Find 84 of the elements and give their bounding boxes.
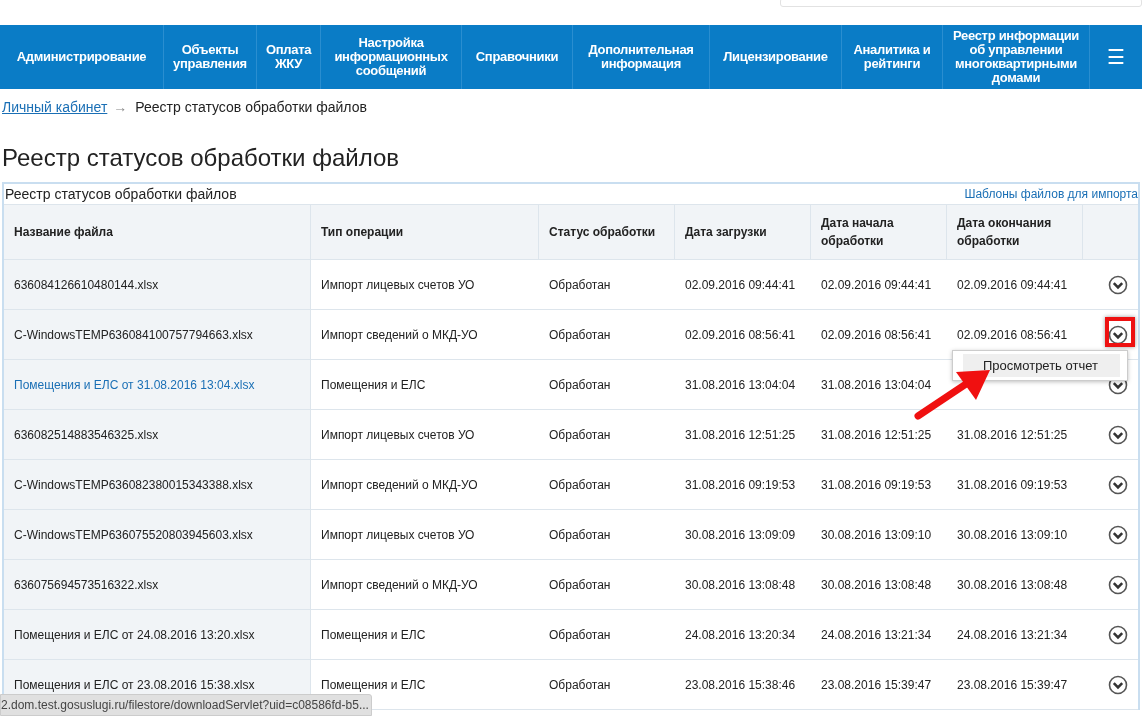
file-name: C-WindowsTEMP636082380015343388.xlsx (14, 477, 253, 492)
column-header[interactable]: Дата загрузки (675, 205, 811, 260)
page-title: Реестр статусов обработки файлов (1, 143, 401, 173)
table-cell: Импорт сведений о МКД-УО (311, 460, 539, 510)
menu-item[interactable]: Просмотреть отчет (963, 354, 1120, 377)
dropdown-toggle-icon[interactable] (1108, 274, 1128, 295)
file-name: 636084126610480144.xlsx (14, 277, 159, 292)
table-cell: 31.08.2016 13:04:04 (811, 360, 947, 410)
breadcrumb-arrow: → (113, 99, 128, 115)
table-cell: 31.08.2016 12:51:25 (675, 410, 811, 460)
table-cell: Обработан (539, 510, 675, 560)
table-row[interactable]: 636075694573516322.xlsx Импорт сведений о МКД-УО Обработан 30.08.2016 13:08:48 30.08.2016 13:08:48 30.08.2016 13:08:48 (4, 560, 1138, 610)
dropdown-toggle-icon[interactable] (1108, 674, 1128, 695)
nav-item[interactable]: Настройка информационных сообщений (321, 25, 462, 89)
nav-item[interactable]: Реестр информации об управлении многоквартирными домами (943, 25, 1090, 89)
table-cell: 24.08.2016 13:20:34 (675, 610, 811, 660)
nav-item[interactable]: Администрирование (0, 25, 164, 89)
table-cell: Импорт лицевых счетов УО (311, 410, 539, 460)
nav-item[interactable]: Оплата ЖКУ (257, 25, 321, 89)
table-cell: 30.08.2016 13:09:10 (811, 510, 947, 560)
table-cell: 30.08.2016 13:09:09 (675, 510, 811, 560)
table-row[interactable]: Помещения и ЕЛС от 24.08.2016 13:20.xlsx Помещения и ЕЛС Обработан 24.08.2016 13:20:34 24.08.2016 13:21:34 24.08.2016 13:21:34 (4, 610, 1138, 660)
table-cell: Обработан (539, 460, 675, 510)
table-cell: 02.09.2016 08:56:41 (675, 310, 811, 360)
dropdown-toggle-icon[interactable] (1108, 324, 1128, 345)
column-header[interactable]: Статус обработки (539, 205, 675, 260)
dropdown-toggle-icon[interactable] (1108, 524, 1128, 545)
column-header[interactable]: Дата окончания обработки (947, 205, 1083, 260)
table-cell: Помещения и ЕЛС (311, 360, 539, 410)
table-cell: 31.08.2016 12:51:25 (811, 410, 947, 460)
table-cell: Обработан (539, 360, 675, 410)
table-cell: Обработан (539, 410, 675, 460)
status-bar: 2.dom.test.gosuslugi.ru/filestore/downloadServlet?uid=c08586fd-b5... (0, 694, 372, 716)
column-header[interactable]: Дата начала обработки (811, 205, 947, 260)
table-cell: Обработан (539, 660, 675, 710)
nav-item[interactable]: Лицензирование (710, 25, 842, 89)
table-cell: 30.08.2016 13:08:48 (947, 560, 1083, 610)
table-cell: 30.08.2016 13:08:48 (811, 560, 947, 610)
table-cell: 30.08.2016 13:08:48 (675, 560, 811, 610)
file-name: Помещения и ЕЛС от 23.08.2016 15:38.xlsx (14, 677, 255, 692)
table-cell: Импорт сведений о МКД-УО (311, 560, 539, 610)
table-cell: Обработан (539, 610, 675, 660)
search-field[interactable] (780, 0, 1142, 7)
column-header[interactable]: Название файла (4, 205, 311, 260)
table-cell: 31.08.2016 09:19:53 (947, 460, 1083, 510)
table-row[interactable]: C-WindowsTEMP636075520803945603.xlsx Импорт лицевых счетов УО Обработан 30.08.2016 13:09:09 30.08.2016 13:09:10 30.08.2016 13:09:10 (4, 510, 1138, 560)
dropdown-toggle-icon[interactable] (1108, 424, 1128, 445)
breadcrumb-current: Реестр статусов обработки файлов (135, 99, 367, 115)
table-row[interactable]: 636082514883546325.xlsx Импорт лицевых счетов УО Обработан 31.08.2016 12:51:25 31.08.2016 12:51:25 31.08.2016 12:51:25 (4, 410, 1138, 460)
table-cell: 30.08.2016 13:09:10 (947, 510, 1083, 560)
nav-item[interactable]: Справочники (462, 25, 573, 89)
breadcrumb-link[interactable]: Личный кабинет (2, 99, 108, 115)
table-cell: Обработан (539, 310, 675, 360)
table-cell: 31.08.2016 09:19:53 (811, 460, 947, 510)
table-row[interactable]: 636084126610480144.xlsx Импорт лицевых счетов УО Обработан 02.09.2016 09:44:41 02.09.2016 09:44:41 02.09.2016 09:44:41 (4, 260, 1138, 310)
nav-item[interactable]: Дополнительная информация (573, 25, 710, 89)
table-cell: 31.08.2016 13:04:04 (675, 360, 811, 410)
table-cell: 31.08.2016 12:51:25 (947, 410, 1083, 460)
nav-item[interactable]: Аналитика и рейтинги (842, 25, 943, 89)
table-cell: Импорт лицевых счетов УО (311, 510, 539, 560)
table-cell: 31.08.2016 09:19:53 (675, 460, 811, 510)
table-cell: 02.09.2016 08:56:41 (811, 310, 947, 360)
table-cell: 23.08.2016 15:38:46 (675, 660, 811, 710)
table-cell: Импорт сведений о МКД-УО (311, 310, 539, 360)
table-cell: 24.08.2016 13:21:34 (947, 610, 1083, 660)
file-name: 636082514883546325.xlsx (14, 427, 159, 442)
table-cell: 23.08.2016 15:39:47 (811, 660, 947, 710)
dropdown-toggle-icon[interactable] (1108, 624, 1128, 645)
table-row[interactable]: C-WindowsTEMP636082380015343388.xlsx Импорт сведений о МКД-УО Обработан 31.08.2016 09:19:53 31.08.2016 09:19:53 31.08.2016 09:19:53 (4, 460, 1138, 510)
table-cell: 24.08.2016 13:21:34 (811, 610, 947, 660)
file-name: C-WindowsTEMP636084100757794663.xlsx (14, 327, 253, 342)
table-cell: Обработан (539, 560, 675, 610)
dropdown-toggle-icon[interactable] (1108, 474, 1128, 495)
menu-icon[interactable]: ☰ (1090, 45, 1142, 69)
column-header[interactable]: Тип операции (311, 205, 539, 260)
file-name: 636075694573516322.xlsx (14, 577, 159, 592)
dropdown-toggle-icon[interactable] (1108, 574, 1128, 595)
templates-link[interactable]: Шаблоны файлов для импорта (964, 187, 1138, 201)
table-cell: Помещения и ЕЛС (311, 610, 539, 660)
table-caption: Реестр статусов обработки файлов (5, 186, 237, 202)
file-name: Помещения и ЕЛС от 24.08.2016 13:20.xlsx (14, 627, 255, 642)
nav-item[interactable]: Объекты управления (164, 25, 257, 89)
file-name: C-WindowsTEMP636075520803945603.xlsx (14, 527, 253, 542)
table-cell: 23.08.2016 15:39:47 (947, 660, 1083, 710)
